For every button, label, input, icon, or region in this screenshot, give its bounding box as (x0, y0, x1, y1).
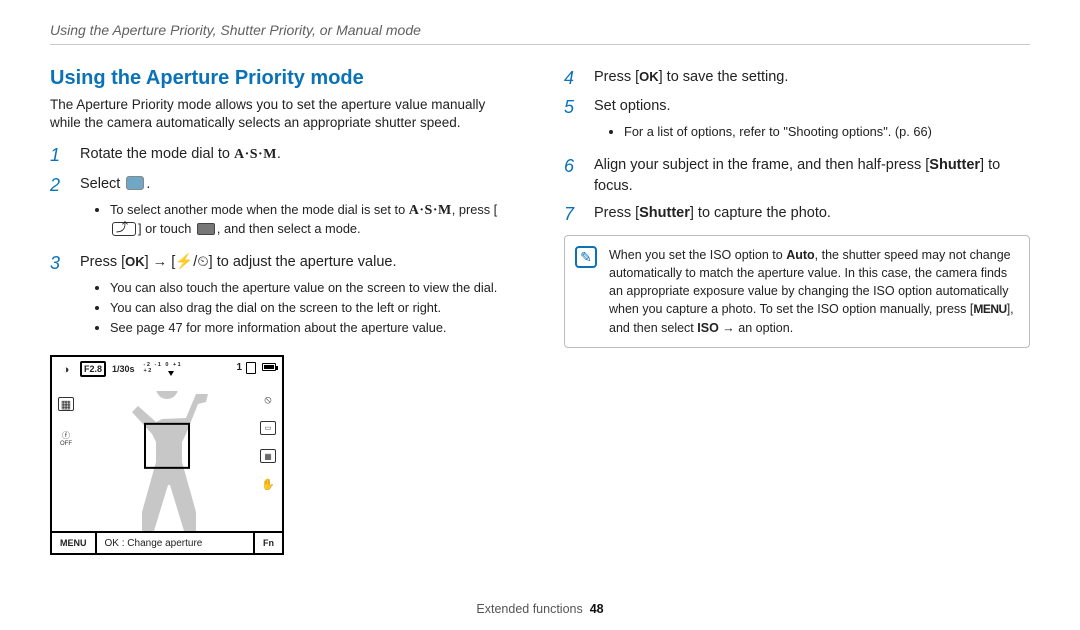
meter-pointer-icon (168, 371, 174, 376)
step-body: Rotate the mode dial to A·S·M. (80, 144, 281, 167)
ok-button-icon: OK (639, 68, 659, 87)
flash-timer-icon: ⚡/⏲ (175, 254, 208, 270)
asm-icon: A·S·M (409, 201, 452, 221)
exposure-meter: -2 -1 0 +1 +2 (144, 364, 194, 374)
shutter-label: Shutter (639, 205, 690, 221)
section-intro: The Aperture Priority mode allows you to… (50, 96, 516, 132)
breadcrumb: Using the Aperture Priority, Shutter Pri… (50, 22, 1030, 45)
step-number: 4 (564, 67, 582, 90)
sd-card-icon (246, 362, 256, 374)
step-6: 6 Align your subject in the frame, and t… (564, 155, 1030, 197)
back-button-icon (112, 222, 136, 236)
list-item: See page 47 for more information about t… (110, 319, 497, 337)
left-column: Using the Aperture Priority mode The Ape… (50, 67, 516, 555)
camera-icon (197, 223, 215, 235)
step-number: 5 (564, 96, 582, 149)
step-5-sublist: For a list of options, refer to "Shootin… (624, 123, 932, 141)
step-number: 7 (564, 203, 582, 226)
menu-button: MENU (52, 533, 97, 553)
drive-mode-icon: ▦ (58, 397, 74, 411)
fn-button: Fn (253, 533, 282, 553)
manual-page: Using the Aperture Priority, Shutter Pri… (0, 0, 1080, 630)
shutter-label: Shutter (929, 157, 980, 173)
bottom-hint: OK : Change aperture (97, 533, 254, 553)
two-column-layout: Using the Aperture Priority mode The Ape… (50, 67, 1030, 555)
list-item: To select another mode when the mode dia… (110, 201, 516, 239)
footer-section: Extended functions (476, 602, 582, 616)
auto-label: Auto (786, 248, 814, 262)
asm-icon: A·S·M (234, 145, 277, 165)
step-3-sublist: You can also touch the aperture value on… (110, 279, 497, 337)
step-2: 2 Select . To select another mode when t… (50, 174, 516, 247)
step-number: 1 (50, 144, 68, 167)
note-icon: ✎ (575, 246, 597, 268)
focus-frame (144, 423, 190, 469)
focus-mode-icon: ▭ (260, 421, 276, 435)
metering-icon: ▦ (260, 449, 276, 463)
step-4: 4 Press [OK] to save the setting. (564, 67, 1030, 90)
list-item: You can also touch the aperture value on… (110, 279, 497, 297)
camera-screen-main: F2.8 1/30s -2 -1 0 +1 +2 1 ◑ ▦ ⓕOFF (52, 357, 282, 531)
steps-list-left: 1 Rotate the mode dial to A·S·M. 2 Selec… (50, 144, 516, 345)
mode-icon: ◑ (58, 363, 74, 377)
step-body: Align your subject in the frame, and the… (594, 155, 1030, 197)
iso-label: ISO (697, 321, 719, 335)
list-item: You can also drag the dial on the screen… (110, 299, 497, 317)
step-body: Set options. For a list of options, refe… (594, 96, 932, 149)
step-number: 2 (50, 174, 68, 247)
shot-count: 1 (236, 362, 242, 373)
step-2-sublist: To select another mode when the mode dia… (110, 201, 516, 239)
shutter-speed: 1/30s (110, 363, 137, 375)
right-column: 4 Press [OK] to save the setting. 5 Set … (564, 67, 1030, 555)
section-title: Using the Aperture Priority mode (50, 67, 516, 90)
step-body: Press [OK] → [⚡/⏲] to adjust the apertur… (80, 252, 497, 345)
note-box: ✎ When you set the ISO option to Auto, t… (564, 235, 1030, 348)
camera-screen: F2.8 1/30s -2 -1 0 +1 +2 1 ◑ ▦ ⓕOFF (50, 355, 284, 555)
page-number: 48 (590, 602, 604, 616)
step-7: 7 Press [Shutter] to capture the photo. (564, 203, 1030, 226)
ok-button-icon: OK (125, 253, 145, 272)
step-3: 3 Press [OK] → [⚡/⏲] to adjust the apert… (50, 252, 516, 345)
step-number: 6 (564, 155, 582, 197)
aperture-value: F2.8 (80, 361, 106, 377)
steps-list-right: 4 Press [OK] to save the setting. 5 Set … (564, 67, 1030, 227)
step-1: 1 Rotate the mode dial to A·S·M. (50, 144, 516, 167)
step-5: 5 Set options. For a list of options, re… (564, 96, 1030, 149)
no-flash-icon: ⦸ (260, 393, 276, 407)
step-body: Press [OK] to save the setting. (594, 67, 788, 90)
list-item: For a list of options, refer to "Shootin… (624, 123, 932, 141)
step-number: 3 (50, 252, 68, 345)
camera-bottom-bar: MENU OK : Change aperture Fn (52, 531, 282, 553)
page-footer: Extended functions 48 (0, 602, 1080, 616)
step-body: Press [Shutter] to capture the photo. (594, 203, 831, 226)
flash-off-icon: ⓕOFF (58, 431, 74, 445)
menu-button-icon: MENU (973, 301, 1006, 318)
left-icon-column: ◑ ▦ ⓕOFF (56, 363, 76, 445)
aperture-mode-icon (126, 176, 144, 190)
stabilizer-icon: ✋ (260, 477, 276, 491)
right-icon-column: ⦸ ▭ ▦ ✋ (258, 393, 278, 491)
battery-icon (262, 363, 276, 371)
step-body: Select . To select another mode when the… (80, 174, 516, 247)
